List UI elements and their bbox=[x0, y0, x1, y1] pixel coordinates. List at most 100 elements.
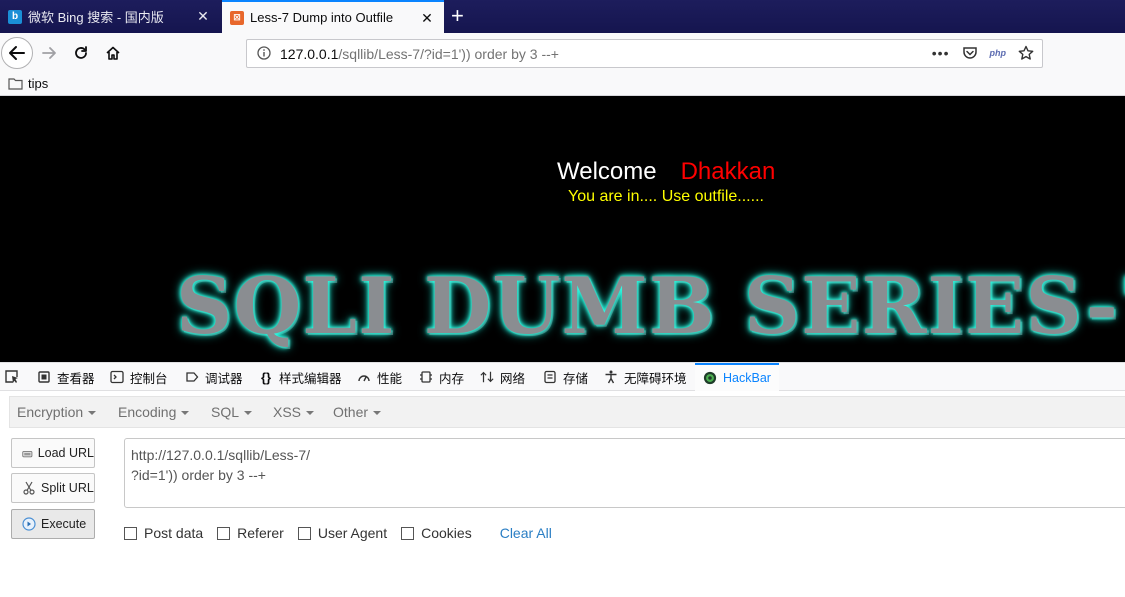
url-text[interactable]: 127.0.0.1/sqllib/Less-7/?id=1')) order b… bbox=[280, 46, 559, 62]
hackbar-menu: Encryption Encoding SQL XSS Other bbox=[9, 396, 1125, 428]
bookmark-tips[interactable]: tips bbox=[8, 76, 48, 91]
tab-style-editor[interactable]: {} 样式编辑器 bbox=[259, 363, 342, 391]
caret-down-icon bbox=[306, 411, 315, 416]
option-label: Referer bbox=[237, 525, 284, 541]
hackbar-url-textarea[interactable]: http://127.0.0.1/sqllib/Less-7/ ?id=1'))… bbox=[124, 438, 1125, 508]
tab-hackbar[interactable]: HackBar bbox=[695, 363, 779, 391]
menu-encoding[interactable]: Encoding bbox=[118, 404, 190, 420]
caret-down-icon bbox=[88, 411, 97, 416]
tab-console[interactable]: 控制台 bbox=[110, 363, 168, 391]
tab-memory[interactable]: 内存 bbox=[419, 363, 464, 391]
button-label: Load URL bbox=[37, 446, 94, 460]
memory-icon bbox=[419, 370, 433, 384]
close-icon[interactable]: ✕ bbox=[420, 11, 434, 25]
welcome-label: Welcome bbox=[557, 158, 657, 185]
network-icon bbox=[480, 370, 494, 384]
tab-performance[interactable]: 性能 bbox=[357, 363, 402, 391]
menu-label: SQL bbox=[211, 404, 240, 420]
tab-debugger[interactable]: 调试器 bbox=[185, 363, 243, 391]
bookmarks-bar: tips bbox=[0, 73, 1125, 96]
checkbox[interactable] bbox=[124, 526, 137, 540]
tab-label: 存储 bbox=[563, 371, 589, 386]
caret-down-icon bbox=[373, 411, 382, 416]
xampp-icon: ⊠ bbox=[230, 10, 244, 25]
clear-all-link[interactable]: Clear All bbox=[500, 525, 552, 541]
url-host: 127.0.0.1 bbox=[280, 46, 339, 62]
tab-accessibility[interactable]: 无障碍环境 bbox=[604, 363, 687, 391]
checkbox[interactable] bbox=[217, 526, 231, 540]
tab-label: 调试器 bbox=[205, 371, 243, 386]
pocket-icon[interactable] bbox=[962, 45, 978, 61]
tab-bing[interactable]: b 微软 Bing 搜索 - 国内版 ✕ bbox=[0, 0, 220, 33]
element-picker-button[interactable] bbox=[4, 363, 20, 391]
tab-label: 性能 bbox=[377, 371, 403, 386]
menu-other[interactable]: Other bbox=[333, 404, 382, 420]
load-icon bbox=[22, 451, 33, 458]
checkbox[interactable] bbox=[401, 526, 415, 540]
load-url-button[interactable]: Load URL bbox=[11, 438, 95, 468]
split-url-button[interactable]: Split URL bbox=[11, 473, 95, 503]
hackbar-icon bbox=[703, 371, 717, 385]
nav-bar: 127.0.0.1/sqllib/Less-7/?id=1')) order b… bbox=[0, 33, 1125, 73]
debugger-icon bbox=[185, 370, 199, 384]
url-line-2: ?id=1')) order by 3 --+ bbox=[131, 467, 266, 483]
new-tab-button[interactable]: + bbox=[451, 5, 464, 27]
page-content: Welcome Dhakkan You are in.... Use outfil… bbox=[0, 96, 1125, 362]
option-label: Cookies bbox=[421, 525, 472, 541]
caret-down-icon bbox=[244, 411, 253, 416]
option-referer[interactable]: Referer bbox=[217, 525, 284, 541]
tab-label: 样式编辑器 bbox=[279, 371, 342, 386]
url-path: /sqllib/Less-7/?id=1')) order by 3 --+ bbox=[338, 46, 559, 62]
option-cookies[interactable]: Cookies bbox=[401, 525, 472, 541]
caret-down-icon bbox=[181, 411, 190, 416]
tab-title: Less-7 Dump into Outfile bbox=[250, 10, 394, 25]
back-button[interactable] bbox=[1, 37, 33, 69]
menu-label: Encoding bbox=[118, 404, 177, 420]
menu-xss[interactable]: XSS bbox=[273, 404, 315, 420]
url-line-1: http://127.0.0.1/sqllib/Less-7/ bbox=[131, 447, 310, 463]
info-icon[interactable] bbox=[257, 46, 271, 63]
button-label: Execute bbox=[41, 517, 87, 531]
url-bar[interactable]: 127.0.0.1/sqllib/Less-7/?id=1')) order b… bbox=[246, 39, 1043, 68]
picker-icon bbox=[5, 370, 18, 383]
menu-encryption[interactable]: Encryption bbox=[17, 404, 97, 420]
storage-icon bbox=[543, 370, 557, 384]
devtools-toolbar: 查看器 控制台 调试器 {} 样式编辑器 性能 内存 网络 存储 无障碍环境 H… bbox=[0, 362, 1125, 391]
tab-strip: b 微软 Bing 搜索 - 国内版 ✕ ⊠ Less-7 Dump into … bbox=[0, 0, 1125, 33]
checkbox[interactable] bbox=[297, 526, 311, 540]
close-icon[interactable]: ✕ bbox=[196, 9, 210, 23]
tab-label: 无障碍环境 bbox=[624, 371, 687, 386]
tab-inspector[interactable]: 查看器 bbox=[37, 363, 95, 391]
bing-icon: b bbox=[8, 9, 22, 24]
more-icon[interactable]: ••• bbox=[932, 45, 950, 61]
php-icon[interactable]: php bbox=[990, 48, 1007, 58]
play-icon bbox=[22, 517, 36, 531]
menu-sql[interactable]: SQL bbox=[211, 404, 253, 420]
reload-icon bbox=[75, 46, 87, 59]
option-label: Post data bbox=[144, 525, 204, 541]
tab-label: 控制台 bbox=[130, 371, 168, 386]
forward-arrow-icon bbox=[42, 47, 56, 59]
option-label: User Agent bbox=[317, 525, 388, 541]
option-user-agent[interactable]: User Agent bbox=[297, 525, 388, 541]
tab-storage[interactable]: 存储 bbox=[543, 363, 588, 391]
button-label: Split URL bbox=[41, 481, 94, 495]
tab-label: HackBar bbox=[723, 371, 771, 385]
tab-less7[interactable]: ⊠ Less-7 Dump into Outfile ✕ bbox=[222, 0, 444, 33]
tab-label: 内存 bbox=[439, 371, 465, 386]
home-icon bbox=[106, 46, 120, 60]
tab-title: 微软 Bing 搜索 - 国内版 bbox=[28, 10, 164, 25]
style-editor-icon: {} bbox=[260, 369, 272, 385]
scissors-icon bbox=[23, 481, 35, 495]
menu-label: Encryption bbox=[17, 404, 84, 420]
forward-button[interactable] bbox=[34, 38, 64, 68]
star-icon[interactable] bbox=[1018, 45, 1034, 61]
home-button[interactable] bbox=[98, 38, 128, 68]
tab-network[interactable]: 网络 bbox=[480, 363, 525, 391]
status-message: You are in.... Use outfile...... bbox=[568, 188, 764, 205]
reload-button[interactable] bbox=[66, 38, 96, 68]
execute-button[interactable]: Execute bbox=[11, 509, 95, 539]
tab-label: 查看器 bbox=[57, 371, 95, 386]
option-post-data[interactable]: Post data bbox=[124, 525, 203, 541]
accessibility-icon bbox=[604, 370, 618, 384]
